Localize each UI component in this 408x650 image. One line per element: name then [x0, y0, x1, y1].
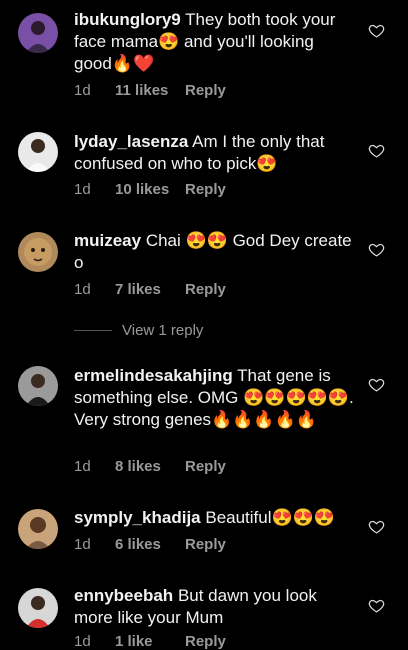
comment-meta: 1d 6 likes Reply [74, 536, 226, 553]
reply-button[interactable]: Reply [185, 82, 226, 99]
comment-likes[interactable]: 6 likes [115, 536, 185, 553]
comment-age: 1d [74, 633, 91, 650]
comment-age: 1d [74, 281, 91, 298]
view-replies-button[interactable]: View 1 reply [74, 322, 203, 339]
comment-meta: 1d 11 likes Reply [74, 82, 226, 99]
reply-button[interactable]: Reply [185, 281, 226, 298]
reply-button[interactable]: Reply [185, 181, 226, 198]
avatar[interactable] [18, 132, 58, 172]
divider [74, 330, 112, 331]
comment-text: muizeay Chai 😍😍 God Dey create o [74, 230, 354, 274]
comment-text: lyday_lasenza Am I the only that confuse… [74, 131, 354, 175]
heart-outline-icon[interactable] [368, 518, 385, 535]
avatar[interactable] [18, 366, 58, 406]
heart-outline-icon[interactable] [368, 241, 385, 258]
comment-age: 1d [74, 181, 91, 198]
reply-button[interactable]: Reply [185, 536, 226, 553]
comment-username[interactable]: lyday_lasenza [74, 132, 188, 151]
comment-likes[interactable]: 10 likes [115, 181, 185, 198]
comment-username[interactable]: ibukunglory9 [74, 10, 181, 29]
heart-outline-icon[interactable] [368, 597, 385, 614]
comment-likes[interactable]: 1 like [115, 633, 185, 650]
comment-content: Beautiful😍😍😍 [205, 508, 336, 527]
comment-username[interactable]: muizeay [74, 231, 141, 250]
avatar[interactable] [18, 232, 58, 272]
comment-text: symply_khadija Beautiful😍😍😍 [74, 507, 354, 529]
comment-meta: 1d 7 likes Reply [74, 281, 226, 298]
reply-button[interactable]: Reply [185, 633, 226, 650]
comment-text: ennybeebah But dawn you look more like y… [74, 585, 354, 629]
avatar[interactable] [18, 509, 58, 549]
comment-username[interactable]: symply_khadija [74, 508, 201, 527]
comment-age: 1d [74, 458, 91, 475]
comment-meta: 1d 8 likes Reply [74, 458, 226, 475]
comment-username[interactable]: ermelindesakahjing [74, 366, 233, 385]
comment-meta: 1d 10 likes Reply [74, 181, 226, 198]
comment-likes[interactable]: 8 likes [115, 458, 185, 475]
comment-age: 1d [74, 536, 91, 553]
avatar[interactable] [18, 588, 58, 628]
comment-text: ibukunglory9 They both took your face ma… [74, 9, 354, 75]
heart-outline-icon[interactable] [368, 22, 385, 39]
heart-outline-icon[interactable] [368, 142, 385, 159]
reply-button[interactable]: Reply [185, 458, 226, 475]
avatar[interactable] [18, 13, 58, 53]
comment-age: 1d [74, 82, 91, 99]
comment-username[interactable]: ennybeebah [74, 586, 173, 605]
comment-likes[interactable]: 11 likes [115, 82, 185, 99]
comment-likes[interactable]: 7 likes [115, 281, 185, 298]
comment-meta: 1d 1 like Reply [74, 633, 226, 650]
heart-outline-icon[interactable] [368, 376, 385, 393]
view-replies-label: View 1 reply [122, 322, 204, 339]
comment-text: ermelindesakahjing That gene is somethin… [74, 365, 354, 431]
